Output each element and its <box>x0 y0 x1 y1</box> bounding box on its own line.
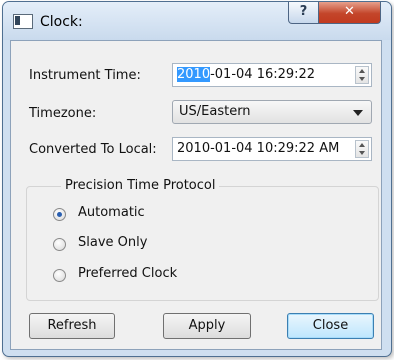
radio-automatic-label[interactable]: Automatic <box>78 205 145 220</box>
radio-preferred-clock[interactable] <box>53 269 66 282</box>
spin-up-icon[interactable] <box>359 143 365 147</box>
help-button[interactable]: ? <box>288 2 319 24</box>
spin-down-icon[interactable] <box>359 151 365 155</box>
converted-local-spinner[interactable] <box>355 140 369 158</box>
instrument-time-value: -01-04 16:29:22 <box>210 67 316 82</box>
window-title: Clock: <box>40 14 83 30</box>
apply-button[interactable]: Apply <box>163 313 251 339</box>
radio-slave-only[interactable] <box>53 238 66 251</box>
instrument-time-input[interactable]: 2010-01-04 16:29:22 <box>172 63 372 87</box>
timezone-value: US/Eastern <box>179 104 251 119</box>
app-icon <box>13 14 33 29</box>
converted-local-input[interactable]: 2010-01-04 10:29:22 AM <box>172 137 372 161</box>
timezone-select[interactable]: US/Eastern <box>172 100 372 124</box>
spin-down-icon[interactable] <box>359 77 365 81</box>
refresh-button[interactable]: Refresh <box>29 313 115 339</box>
radio-slave-only-label[interactable]: Slave Only <box>78 235 147 250</box>
timezone-label: Timezone: <box>29 106 97 121</box>
window-close-button[interactable]: ✕ <box>318 2 381 24</box>
instrument-time-spinner[interactable] <box>355 66 369 84</box>
chevron-down-icon[interactable] <box>353 110 363 116</box>
instrument-time-label: Instrument Time: <box>29 68 141 83</box>
selected-text: 2010 <box>177 67 211 82</box>
radio-automatic[interactable] <box>53 208 66 221</box>
converted-local-value: 2010-01-04 10:29:22 AM <box>177 141 340 156</box>
close-button[interactable]: Close <box>287 313 374 339</box>
title-bar: Clock: ? ✕ <box>3 2 391 40</box>
converted-local-label: Converted To Local: <box>29 142 157 157</box>
dialog-body: Instrument Time: 2010-01-04 16:29:22 Tim… <box>10 40 382 350</box>
ptp-group-title: Precision Time Protocol <box>61 178 220 193</box>
radio-preferred-clock-label[interactable]: Preferred Clock <box>78 266 177 281</box>
spin-up-icon[interactable] <box>359 69 365 73</box>
